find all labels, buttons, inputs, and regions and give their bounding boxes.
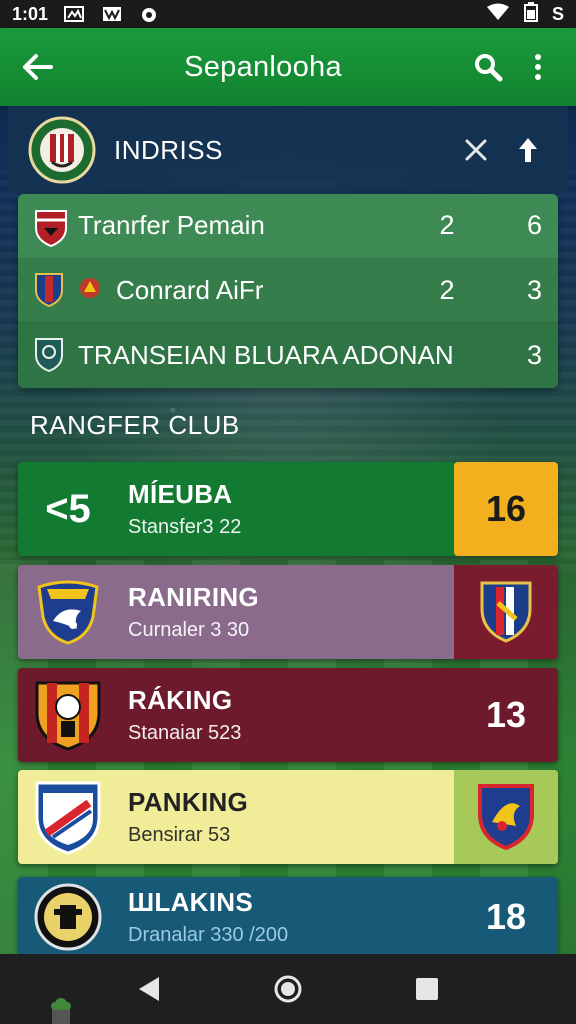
ranking-card[interactable]: <5 MÍEUBA Stansfer3 22 16 [18, 462, 558, 556]
wifi-icon [486, 3, 510, 26]
ranking-value-badge: 16 [454, 462, 558, 556]
nav-home-button[interactable] [263, 964, 313, 1014]
back-button[interactable] [18, 47, 58, 87]
ranking-card[interactable]: RANIRING Curnaler 3 30 [18, 565, 558, 659]
club-crest-icon [18, 883, 118, 951]
search-icon [475, 54, 503, 82]
ranking-card[interactable]: PANKING Bensirar 53 [18, 770, 558, 864]
notification-icon [64, 6, 85, 22]
club-subtitle: Stansfer3 22 [128, 516, 242, 538]
club-crest-icon [34, 272, 64, 308]
battery-icon [523, 1, 538, 27]
ranking-card[interactable]: RÁKING Stanaiar 523 13 [18, 668, 558, 762]
league-name: INDRISS [114, 134, 223, 165]
square-recents-icon [415, 978, 438, 1000]
upload-button[interactable] [508, 130, 548, 170]
club-badge-icon [454, 565, 558, 659]
search-button[interactable] [468, 47, 508, 87]
club-subtitle: Stanaiar 523 [128, 722, 242, 744]
system-nav-bar [0, 954, 576, 1024]
status-time: 1:01 [12, 3, 49, 24]
club-badge-icon [454, 770, 558, 864]
match-score-1: 2 [439, 210, 455, 241]
club-name: RÁKING [128, 685, 233, 715]
match-row[interactable]: Conrard AiFr 2 3 [18, 258, 558, 324]
match-score-2: 3 [526, 274, 542, 305]
arrow-left-icon [23, 54, 53, 80]
app-bar: Sepanlooha [0, 28, 576, 106]
match-score-1: 2 [439, 274, 455, 305]
ranking-value: 13 [485, 694, 527, 735]
circle-home-icon [274, 975, 302, 1003]
match-name: TRANSEIAN BLUARA ADONAN [78, 339, 454, 370]
more-options-button[interactable] [518, 47, 558, 87]
section-title: RANGFER CLUB [30, 410, 240, 440]
club-subtitle: Dranalar 330 /200 [128, 924, 289, 946]
ranking-position: <5 [45, 486, 91, 531]
club-crest-icon [18, 677, 118, 753]
match-list: Tranrfer Pemain 2 6 Conrard AiFr 2 3 TRA… [18, 194, 558, 388]
page-title: Sepanlooha [184, 50, 342, 83]
triangle-back-icon [139, 977, 160, 1001]
arrow-up-icon [519, 138, 537, 162]
club-crest-icon [18, 577, 118, 647]
nav-recents-button[interactable] [402, 964, 452, 1014]
match-name: Tranrfer Pemain [78, 210, 265, 241]
more-vert-icon [535, 54, 541, 80]
league-header: INDRISS [8, 106, 568, 194]
match-row[interactable]: TRANSEIAN BLUARA ADONAN 3 [18, 323, 558, 388]
club-subtitle: Curnaler 3 30 [128, 619, 250, 641]
sync-icon [140, 6, 160, 22]
close-button[interactable] [456, 130, 496, 170]
ranking-value: 18 [485, 896, 527, 937]
league-crest [28, 116, 96, 184]
club-name: MÍEUBA [128, 479, 233, 509]
close-icon [465, 139, 487, 161]
club-crest-icon [18, 777, 118, 857]
club-name: PANKING [128, 787, 249, 817]
match-score-2: 6 [526, 210, 542, 241]
mail-icon [102, 6, 122, 22]
match-name: Conrard AiFr [116, 274, 264, 305]
club-crest-icon [34, 208, 67, 247]
match-row[interactable]: Tranrfer Pemain 2 6 [18, 194, 558, 259]
nav-back-button[interactable] [124, 964, 174, 1014]
status-bar: 1:01 S [0, 0, 576, 28]
battery-label: S [551, 3, 564, 24]
club-badge-icon [78, 276, 102, 305]
club-subtitle: Bensirar 53 [128, 824, 231, 846]
match-score-2: 3 [526, 339, 542, 370]
club-name: RANIRING [128, 582, 259, 612]
club-crest-icon [34, 337, 64, 373]
club-name: ШLAKINS [128, 887, 254, 917]
ranking-card[interactable]: ШLAKINS Dranalar 330 /200 18 [18, 877, 558, 957]
plant-icon [44, 994, 78, 1024]
